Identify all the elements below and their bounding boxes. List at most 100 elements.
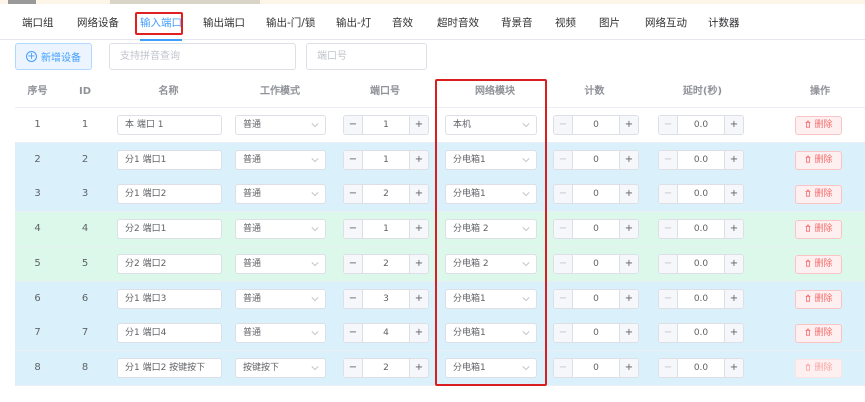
network-module-select[interactable]: 本机: [445, 115, 537, 135]
increment-button[interactable]: +: [619, 220, 638, 239]
decrement-button[interactable]: −: [344, 289, 363, 308]
increment-button[interactable]: +: [409, 254, 428, 273]
decrement-button[interactable]: −: [659, 220, 678, 239]
increment-button[interactable]: +: [409, 358, 428, 377]
delay-stepper[interactable]: − 0.0 +: [658, 115, 744, 135]
work-mode-select[interactable]: 普通: [235, 219, 326, 240]
decrement-button[interactable]: −: [344, 116, 363, 134]
name-input[interactable]: 本 端口 1: [117, 115, 222, 135]
increment-button[interactable]: +: [724, 358, 743, 377]
add-device-button[interactable]: + 新增设备: [15, 43, 92, 70]
delete-button[interactable]: 删除: [795, 289, 842, 309]
increment-button[interactable]: +: [409, 116, 428, 134]
tab-background-music[interactable]: 背景音: [501, 6, 533, 40]
increment-button[interactable]: +: [724, 220, 743, 239]
tab-video[interactable]: 视频: [555, 6, 576, 40]
work-mode-select[interactable]: 普通: [235, 323, 326, 344]
delete-button[interactable]: 删除: [795, 150, 842, 170]
delete-button[interactable]: 删除: [795, 358, 842, 378]
name-input[interactable]: 分2 端口1: [117, 219, 222, 240]
decrement-button[interactable]: −: [344, 254, 363, 273]
delay-stepper[interactable]: − 0.0 +: [658, 184, 744, 205]
work-mode-select[interactable]: 普通: [235, 253, 326, 274]
decrement-button[interactable]: −: [659, 116, 678, 134]
tab-timeout-sound[interactable]: 超时音效: [437, 6, 479, 40]
delete-button[interactable]: 删除: [795, 116, 842, 135]
name-input[interactable]: 分1 端口3: [117, 288, 222, 309]
decrement-button[interactable]: −: [344, 324, 363, 343]
increment-button[interactable]: +: [409, 150, 428, 169]
increment-button[interactable]: +: [619, 185, 638, 204]
port-number-value[interactable]: 1: [363, 220, 409, 238]
decrement-button[interactable]: −: [344, 150, 363, 169]
port-number-stepper[interactable]: − 1 +: [343, 115, 429, 135]
delay-value[interactable]: 0.0: [678, 116, 724, 134]
count-stepper[interactable]: − 0 +: [553, 253, 639, 274]
work-mode-select[interactable]: 普通: [235, 288, 326, 309]
delay-stepper[interactable]: − 0.0 +: [658, 219, 744, 240]
delay-value[interactable]: 0.0: [678, 220, 724, 238]
port-number-stepper[interactable]: − 2 +: [343, 253, 429, 274]
work-mode-select[interactable]: 普通: [235, 149, 326, 170]
decrement-button[interactable]: −: [554, 185, 573, 204]
increment-button[interactable]: +: [409, 324, 428, 343]
increment-button[interactable]: +: [619, 289, 638, 308]
port-number-stepper[interactable]: − 1 +: [343, 149, 429, 170]
count-stepper[interactable]: − 0 +: [553, 323, 639, 344]
tab-output-ports[interactable]: 输出端口: [203, 6, 245, 40]
delay-value[interactable]: 0.0: [678, 290, 724, 308]
port-number-stepper[interactable]: − 2 +: [343, 357, 429, 378]
delay-stepper[interactable]: − 0.0 +: [658, 357, 744, 378]
delay-value[interactable]: 0.0: [678, 359, 724, 377]
delay-stepper[interactable]: − 0.0 +: [658, 253, 744, 274]
name-input[interactable]: 分1 端口2: [117, 184, 222, 205]
network-module-select[interactable]: 分电箱 2: [445, 253, 537, 274]
decrement-button[interactable]: −: [659, 150, 678, 169]
network-module-select[interactable]: 分电箱1: [445, 357, 537, 378]
increment-button[interactable]: +: [724, 289, 743, 308]
decrement-button[interactable]: −: [554, 289, 573, 308]
name-input[interactable]: 分1 端口4: [117, 323, 222, 344]
port-number-value[interactable]: 1: [363, 116, 409, 134]
decrement-button[interactable]: −: [659, 358, 678, 377]
tab-network-interaction[interactable]: 网络互动: [645, 6, 687, 40]
count-stepper[interactable]: − 0 +: [553, 115, 639, 135]
tab-port-group[interactable]: 端口组: [22, 6, 54, 40]
count-stepper[interactable]: − 0 +: [553, 357, 639, 378]
port-number-stepper[interactable]: − 2 +: [343, 184, 429, 205]
count-value[interactable]: 0: [573, 151, 619, 169]
port-number-stepper[interactable]: − 4 +: [343, 323, 429, 344]
count-stepper[interactable]: − 0 +: [553, 184, 639, 205]
tab-counter[interactable]: 计数器: [708, 6, 740, 40]
port-number-value[interactable]: 1: [363, 151, 409, 169]
increment-button[interactable]: +: [619, 324, 638, 343]
increment-button[interactable]: +: [619, 358, 638, 377]
count-value[interactable]: 0: [573, 324, 619, 342]
port-number-value[interactable]: 3: [363, 290, 409, 308]
increment-button[interactable]: +: [724, 254, 743, 273]
name-input[interactable]: 分1 端口2 按键按下: [117, 357, 222, 378]
port-number-stepper[interactable]: − 1 +: [343, 219, 429, 240]
tab-output-door-lock[interactable]: 输出-门/锁: [266, 6, 315, 40]
delete-button[interactable]: 删除: [795, 220, 842, 240]
increment-button[interactable]: +: [409, 289, 428, 308]
decrement-button[interactable]: −: [659, 289, 678, 308]
decrement-button[interactable]: −: [554, 116, 573, 134]
delay-value[interactable]: 0.0: [678, 255, 724, 273]
decrement-button[interactable]: −: [554, 220, 573, 239]
decrement-button[interactable]: −: [344, 358, 363, 377]
increment-button[interactable]: +: [724, 150, 743, 169]
increment-button[interactable]: +: [724, 185, 743, 204]
count-value[interactable]: 0: [573, 185, 619, 203]
delete-button[interactable]: 删除: [795, 324, 842, 344]
port-number-input[interactable]: [306, 43, 427, 70]
increment-button[interactable]: +: [724, 324, 743, 343]
delay-value[interactable]: 0.0: [678, 185, 724, 203]
delete-button[interactable]: 删除: [795, 254, 842, 274]
network-module-select[interactable]: 分电箱1: [445, 184, 537, 205]
count-stepper[interactable]: − 0 +: [553, 149, 639, 170]
increment-button[interactable]: +: [619, 254, 638, 273]
count-stepper[interactable]: − 0 +: [553, 288, 639, 309]
network-module-select[interactable]: 分电箱 2: [445, 219, 537, 240]
search-input[interactable]: [109, 43, 296, 70]
